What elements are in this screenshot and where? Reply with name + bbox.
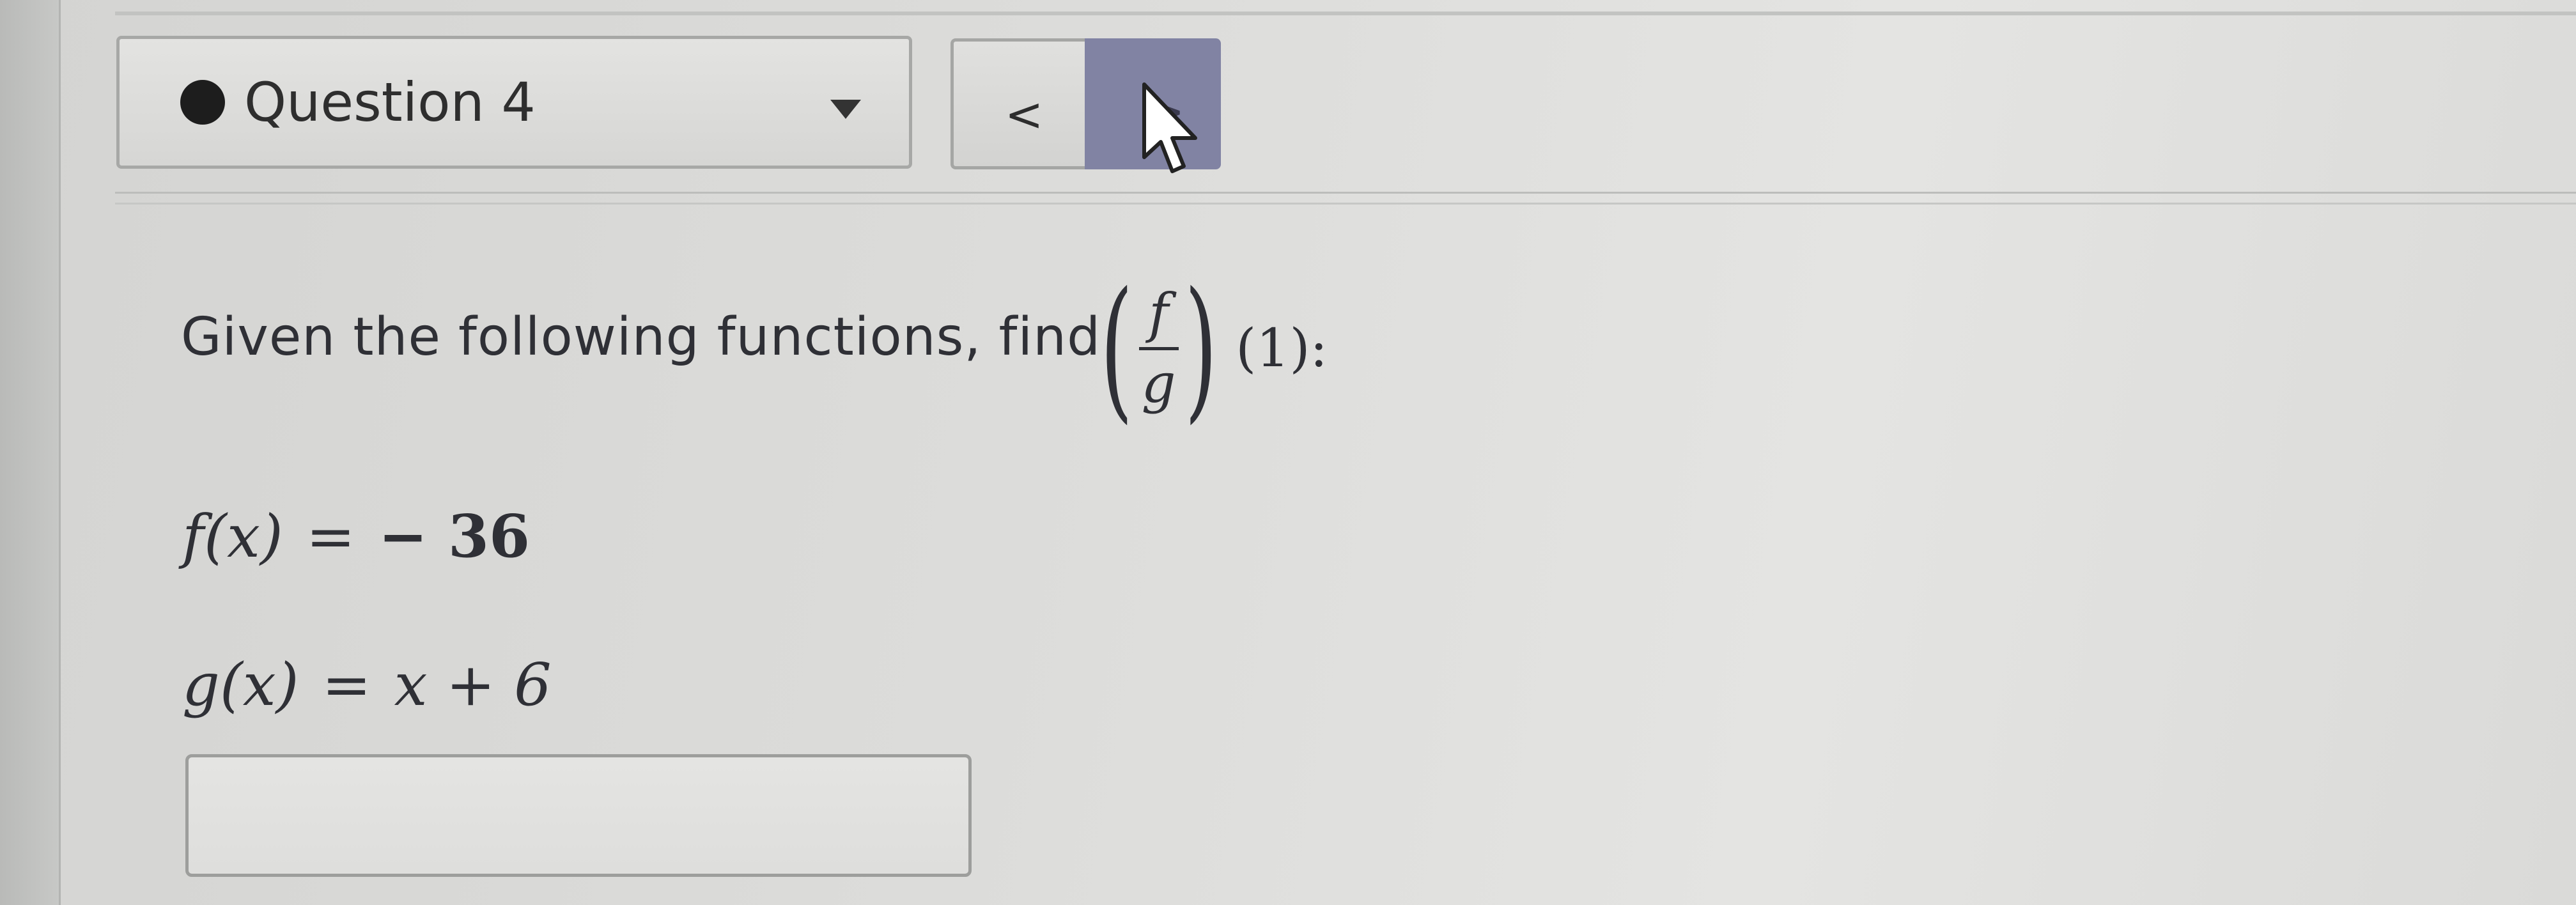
left-edge-bar [0, 0, 61, 905]
equation-g-lhs: g(x) [182, 651, 299, 719]
equation-g-rhs: x + 6 [394, 651, 552, 719]
fraction-bar [1138, 346, 1179, 350]
equation-f: f(x) = − 36 [182, 502, 530, 571]
quotient-expression: ( f g ) (1): [1087, 262, 1328, 435]
question-select[interactable]: Question 4 [116, 36, 912, 169]
equation-g: g(x) = x + 6 [182, 651, 552, 719]
question-prompt: Given the following functions, find [181, 307, 1101, 367]
page: Question 4 < > Given the following funct… [0, 0, 2576, 905]
equation-f-rhs: − 36 [378, 502, 530, 571]
left-paren: ( [1100, 259, 1133, 438]
equation-g-sign: = [322, 651, 371, 719]
fraction: f g [1138, 282, 1179, 415]
question-select-label: Question 4 [244, 71, 536, 134]
answer-input[interactable] [185, 754, 972, 877]
equation-f-sign: = [306, 502, 355, 571]
equation-f-lhs: f(x) [182, 502, 283, 571]
fraction-numerator: f [1149, 282, 1169, 345]
chevron-left-icon: < [1005, 88, 1044, 141]
right-paren: ) [1184, 259, 1218, 438]
top-divider [115, 12, 2576, 15]
previous-question-button[interactable]: < [950, 38, 1085, 169]
dropdown-arrow-icon [830, 100, 861, 119]
status-dot-icon [180, 80, 225, 125]
nav-divider [115, 192, 2576, 205]
fraction-denominator: g [1141, 352, 1176, 415]
expression-argument: (1): [1236, 318, 1328, 379]
mouse-cursor-icon [1142, 82, 1197, 173]
